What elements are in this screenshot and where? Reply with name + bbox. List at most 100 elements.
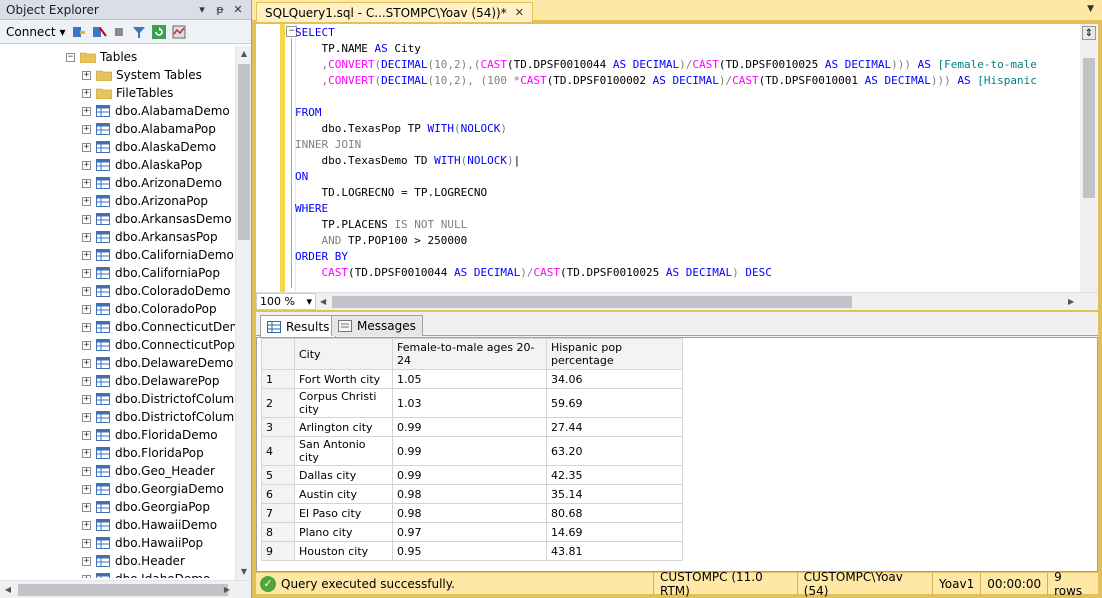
tree-node-table[interactable]: + dbo.AlaskaDemo xyxy=(82,138,216,156)
expand-icon[interactable]: + xyxy=(82,196,91,206)
tree-node-table[interactable]: + dbo.AlaskaPop xyxy=(82,156,202,174)
tab-messages[interactable]: Messages xyxy=(331,315,423,336)
close-tab-icon[interactable]: ✕ xyxy=(515,6,524,19)
tree-node-tables[interactable]: − Tables xyxy=(66,48,137,66)
stop-icon[interactable] xyxy=(111,24,127,40)
connect-icon[interactable] xyxy=(71,24,87,40)
row-number-header[interactable] xyxy=(261,338,295,370)
cell-female-to-male[interactable]: 0.99 xyxy=(392,417,547,437)
expand-icon[interactable]: + xyxy=(82,124,91,134)
cell-female-to-male[interactable]: 0.98 xyxy=(392,484,547,504)
table-row[interactable]: 5 Dallas city 0.99 42.35 xyxy=(261,465,683,485)
expand-icon[interactable]: + xyxy=(82,106,91,116)
row-number[interactable]: 1 xyxy=(261,369,295,389)
expand-icon[interactable]: + xyxy=(82,250,91,260)
tree-node-table[interactable]: + dbo.GeorgiaDemo xyxy=(82,480,224,498)
tree-node-table[interactable]: +dbo.IdahoDemo xyxy=(82,570,210,578)
scroll-right-icon[interactable]: ▶ xyxy=(1068,293,1074,310)
table-row[interactable]: 4 San Antonio city 0.99 63.20 xyxy=(261,436,683,466)
expand-icon[interactable]: + xyxy=(82,358,91,368)
cell-city[interactable]: Arlington city xyxy=(294,417,393,437)
table-row[interactable]: 3 Arlington city 0.99 27.44 xyxy=(261,417,683,437)
tree-node-table[interactable]: + dbo.Header xyxy=(82,552,185,570)
tree-node-table[interactable]: + FileTables xyxy=(82,84,173,102)
tree-node-table[interactable]: + dbo.CaliforniaDemo xyxy=(82,246,234,264)
cell-female-to-male[interactable]: 0.99 xyxy=(392,436,547,466)
expand-icon[interactable]: + xyxy=(82,160,91,170)
expand-icon[interactable]: + xyxy=(82,268,91,278)
refresh-icon[interactable] xyxy=(151,24,167,40)
tab-results[interactable]: Results xyxy=(260,315,337,337)
tree-node-table[interactable]: + dbo.FloridaDemo xyxy=(82,426,218,444)
expand-icon[interactable]: + xyxy=(82,178,91,188)
row-number[interactable]: 5 xyxy=(261,465,295,485)
expand-icon[interactable]: + xyxy=(82,412,91,422)
cell-hispanic-pct[interactable]: 42.35 xyxy=(546,465,683,485)
table-row[interactable]: 6 Austin city 0.98 35.14 xyxy=(261,484,683,504)
tab-sqlquery1[interactable]: SQLQuery1.sql - C...STOMPC\Yoav (54))* ✕ xyxy=(256,2,533,22)
tree-node-table[interactable]: + dbo.ArkansasDemo xyxy=(82,210,232,228)
scrollbar-thumb[interactable] xyxy=(1083,58,1095,198)
tree-node-table[interactable]: + dbo.DelawarePop xyxy=(82,372,219,390)
row-number[interactable]: 6 xyxy=(261,484,295,504)
tree-node-table[interactable]: + dbo.ArizonaDemo xyxy=(82,174,222,192)
tree-node-table[interactable]: + dbo.HawaiiDemo xyxy=(82,516,217,534)
expand-icon[interactable]: + xyxy=(82,556,91,566)
expand-icon[interactable]: + xyxy=(82,214,91,224)
tree-node-table[interactable]: + dbo.DistrictofColumb xyxy=(82,390,235,408)
expand-icon[interactable]: + xyxy=(82,466,91,476)
scroll-up-icon[interactable]: ▲ xyxy=(236,46,252,62)
tree-node-table[interactable]: + dbo.CaliforniaPop xyxy=(82,264,220,282)
sql-code[interactable]: SELECT TP.NAME AS City ,CONVERT(DECIMAL(… xyxy=(295,25,1037,281)
cell-city[interactable]: San Antonio city xyxy=(294,436,393,466)
column-header-city[interactable]: City xyxy=(294,338,393,370)
cell-city[interactable]: Plano city xyxy=(294,522,393,542)
tree-node-table[interactable]: + dbo.ArkansasPop xyxy=(82,228,218,246)
cell-city[interactable]: Corpus Christi city xyxy=(294,388,393,418)
expand-icon[interactable]: + xyxy=(82,574,91,578)
tab-list-dropdown-icon[interactable]: ▼ xyxy=(1087,4,1094,14)
zoom-select[interactable]: 100 % ▾ xyxy=(256,293,316,310)
activity-monitor-icon[interactable] xyxy=(171,24,187,40)
cell-hispanic-pct[interactable]: 63.20 xyxy=(546,436,683,466)
row-number[interactable]: 2 xyxy=(261,388,295,418)
cell-hispanic-pct[interactable]: 80.68 xyxy=(546,503,683,523)
scrollbar-thumb[interactable] xyxy=(18,584,228,596)
scroll-down-icon[interactable]: ▼ xyxy=(236,564,252,580)
tree-node-table[interactable]: + System Tables xyxy=(82,66,202,84)
expand-icon[interactable]: + xyxy=(82,340,91,350)
expand-icon[interactable]: + xyxy=(82,322,91,332)
row-number[interactable]: 8 xyxy=(261,522,295,542)
pin-icon[interactable]: ᵽ xyxy=(213,3,227,16)
scroll-left-icon[interactable]: ◀ xyxy=(320,293,326,310)
close-icon[interactable]: ✕ xyxy=(231,3,245,16)
column-header-female-to-male[interactable]: Female-to-male ages 20-24 xyxy=(392,338,547,370)
tree-node-table[interactable]: + dbo.GeorgiaPop xyxy=(82,498,210,516)
tree-node-table[interactable]: + dbo.ConnecticutPop xyxy=(82,336,235,354)
dropdown-icon[interactable]: ▾ xyxy=(195,3,209,16)
cell-female-to-male[interactable]: 0.99 xyxy=(392,465,547,485)
column-header-hispanic-pct[interactable]: Hispanic pop percentage xyxy=(546,338,683,370)
expand-icon[interactable]: + xyxy=(82,376,91,386)
cell-hispanic-pct[interactable]: 27.44 xyxy=(546,417,683,437)
tree-node-table[interactable]: + dbo.ConnecticutDem xyxy=(82,318,235,336)
tree-node-table[interactable]: + dbo.AlabamaPop xyxy=(82,120,216,138)
table-row[interactable]: 2 Corpus Christi city 1.03 59.69 xyxy=(261,388,683,418)
split-icon[interactable]: ⇕ xyxy=(1082,26,1096,40)
filter-icon[interactable] xyxy=(131,24,147,40)
tree-node-table[interactable]: + dbo.ColoradoDemo xyxy=(82,282,230,300)
cell-city[interactable]: El Paso city xyxy=(294,503,393,523)
expand-icon[interactable]: + xyxy=(82,232,91,242)
cell-city[interactable]: Fort Worth city xyxy=(294,369,393,389)
cell-city[interactable]: Austin city xyxy=(294,484,393,504)
expand-icon[interactable]: + xyxy=(82,142,91,152)
scrollbar-thumb[interactable] xyxy=(238,64,250,240)
cell-female-to-male[interactable]: 1.03 xyxy=(392,388,547,418)
scroll-left-icon[interactable]: ◀ xyxy=(0,581,16,598)
tree-node-table[interactable]: + dbo.AlabamaDemo xyxy=(82,102,230,120)
tree-node-table[interactable]: + dbo.FloridaPop xyxy=(82,444,204,462)
cell-city[interactable]: Dallas city xyxy=(294,465,393,485)
cell-hispanic-pct[interactable]: 35.14 xyxy=(546,484,683,504)
tree-node-table[interactable]: + dbo.ArizonaPop xyxy=(82,192,208,210)
table-row[interactable]: 1 Fort Worth city 1.05 34.06 xyxy=(261,369,683,389)
